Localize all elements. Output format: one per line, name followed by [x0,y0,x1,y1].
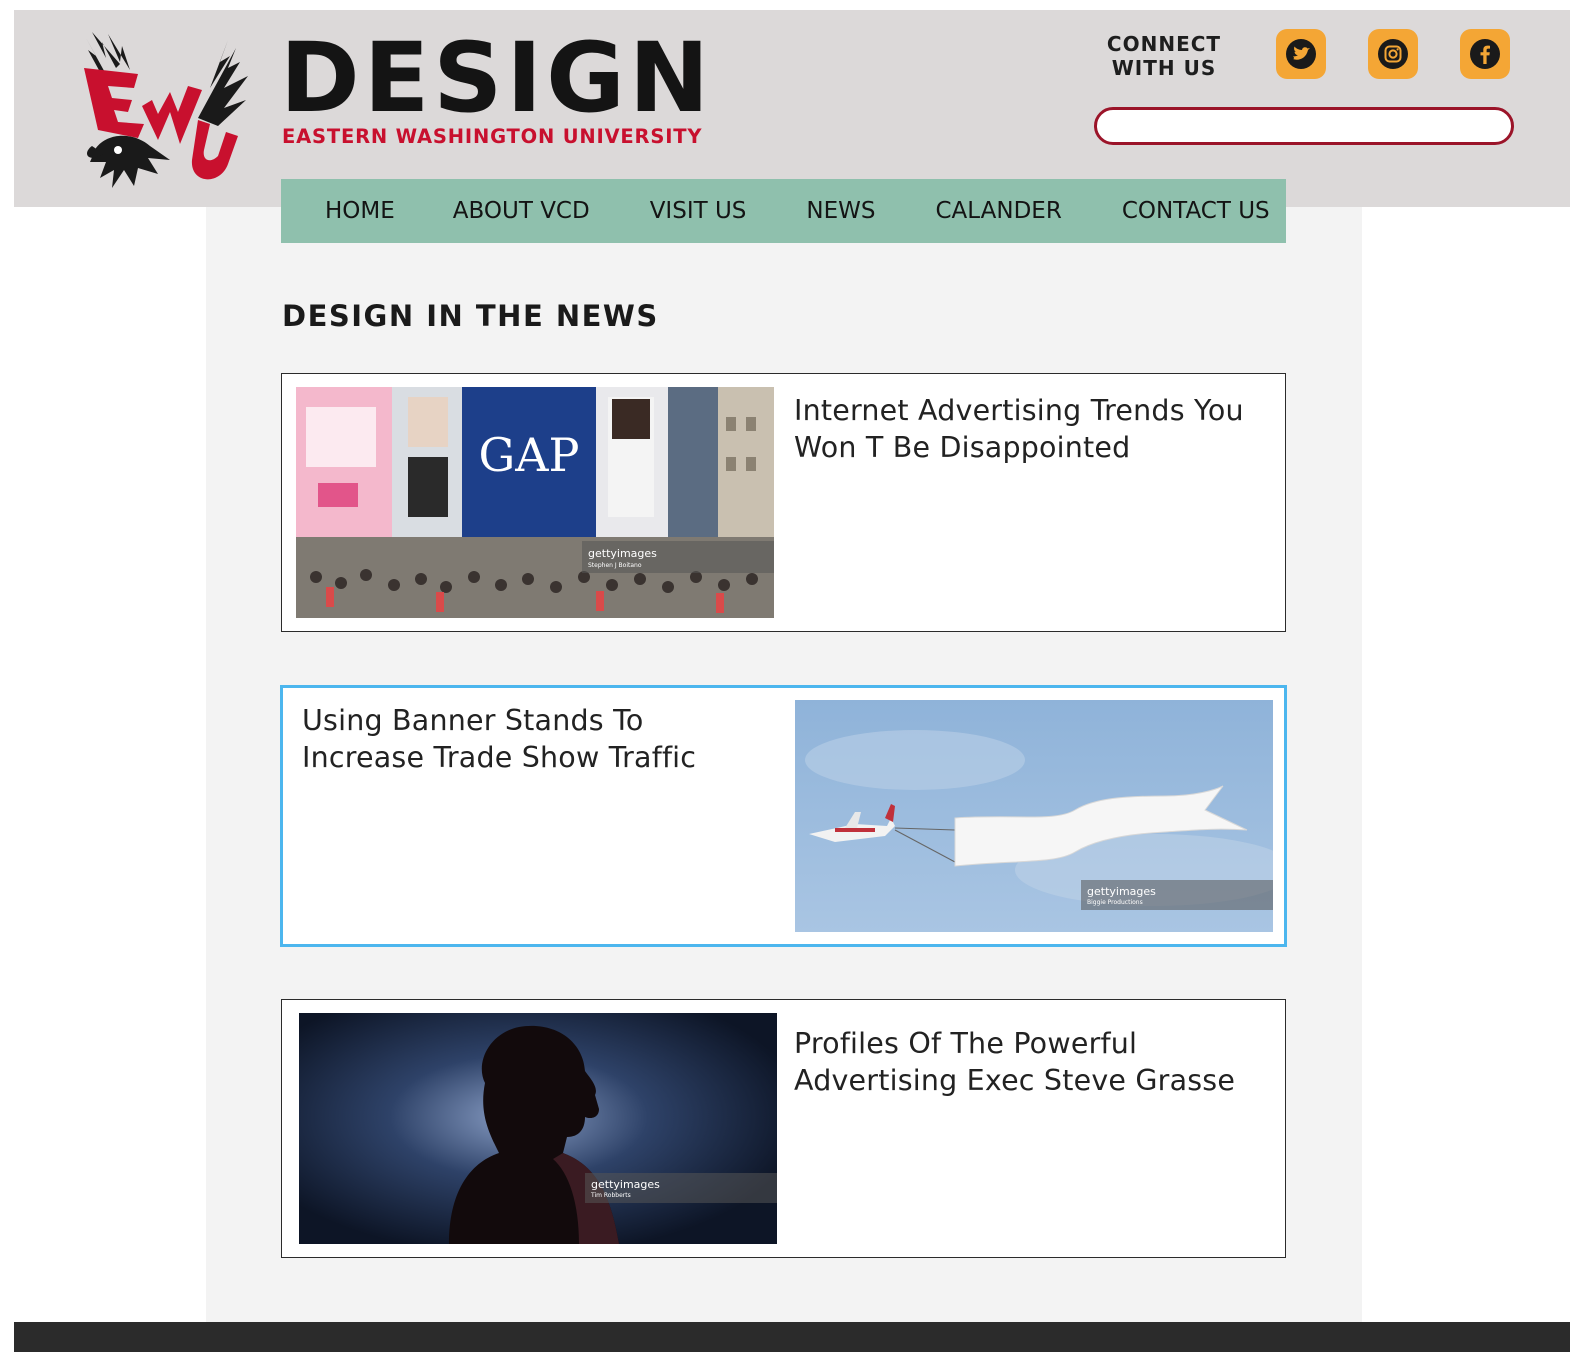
page: DESIGN EASTERN WASHINGTON UNIVERSITY CON… [14,10,1570,1352]
nav-item-contact-us[interactable]: CONTACT US [1122,198,1270,224]
article-card[interactable]: GAP gettyimages Stephen J Boitano Intern… [281,373,1286,632]
nav-item-calander[interactable]: CALANDER [936,198,1062,224]
article-title[interactable]: Profiles Of The Powerful Advertising Exe… [794,1025,1264,1099]
nav-item-news[interactable]: NEWS [806,198,875,224]
brand-subtitle: EASTERN WASHINGTON UNIVERSITY [282,125,703,148]
connect-line-1: CONNECT [1106,32,1222,56]
connect-line-2: WITH US [1111,56,1217,80]
image-credit-brand: gettyimages [588,547,657,560]
image-credit-author: Tim Robberts [590,1192,631,1199]
brand-title[interactable]: DESIGN [280,28,713,128]
nav-item-about-vcd[interactable]: ABOUT VCD [453,198,590,224]
facebook-icon [1470,39,1500,69]
footer-bar [14,1322,1570,1352]
image-credit-author: Stephen J Boitano [588,562,642,569]
image-credit-brand: gettyimages [1087,885,1156,898]
article-card-selected[interactable]: Using Banner Stands To Increase Trade Sh… [280,685,1287,947]
main-nav: HOME ABOUT VCD VISIT US NEWS CALANDER CO… [281,179,1286,243]
article-image-city-street[interactable]: GAP gettyimages Stephen J Boitano [296,387,774,618]
article-image-plane-banner[interactable]: gettyimages Biggie Productions [795,700,1273,932]
ewu-eagle-logo-icon[interactable] [78,28,256,198]
site-header: DESIGN EASTERN WASHINGTON UNIVERSITY CON… [14,10,1570,207]
article-image-woman-silhouette[interactable]: gettyimages Tim Robberts [299,1013,777,1244]
svg-text:GAP: GAP [479,428,580,482]
image-credit-brand: gettyimages [591,1178,660,1191]
section-title: DESIGN IN THE NEWS [282,299,659,333]
facebook-button[interactable] [1460,29,1510,79]
article-title[interactable]: Internet Advertising Trends You Won T Be… [794,392,1264,466]
instagram-button[interactable] [1368,29,1418,79]
article-card[interactable]: gettyimages Tim Robberts Profiles Of The… [281,999,1286,1258]
twitter-icon [1286,39,1316,69]
nav-item-visit-us[interactable]: VISIT US [650,198,747,224]
article-title[interactable]: Using Banner Stands To Increase Trade Sh… [302,702,772,776]
nav-item-home[interactable]: HOME [325,198,395,224]
image-credit-author: Biggie Productions [1087,899,1143,906]
instagram-icon [1378,39,1408,69]
twitter-button[interactable] [1276,29,1326,79]
search-input[interactable] [1094,107,1514,145]
connect-label: CONNECT WITH US [1094,32,1234,80]
